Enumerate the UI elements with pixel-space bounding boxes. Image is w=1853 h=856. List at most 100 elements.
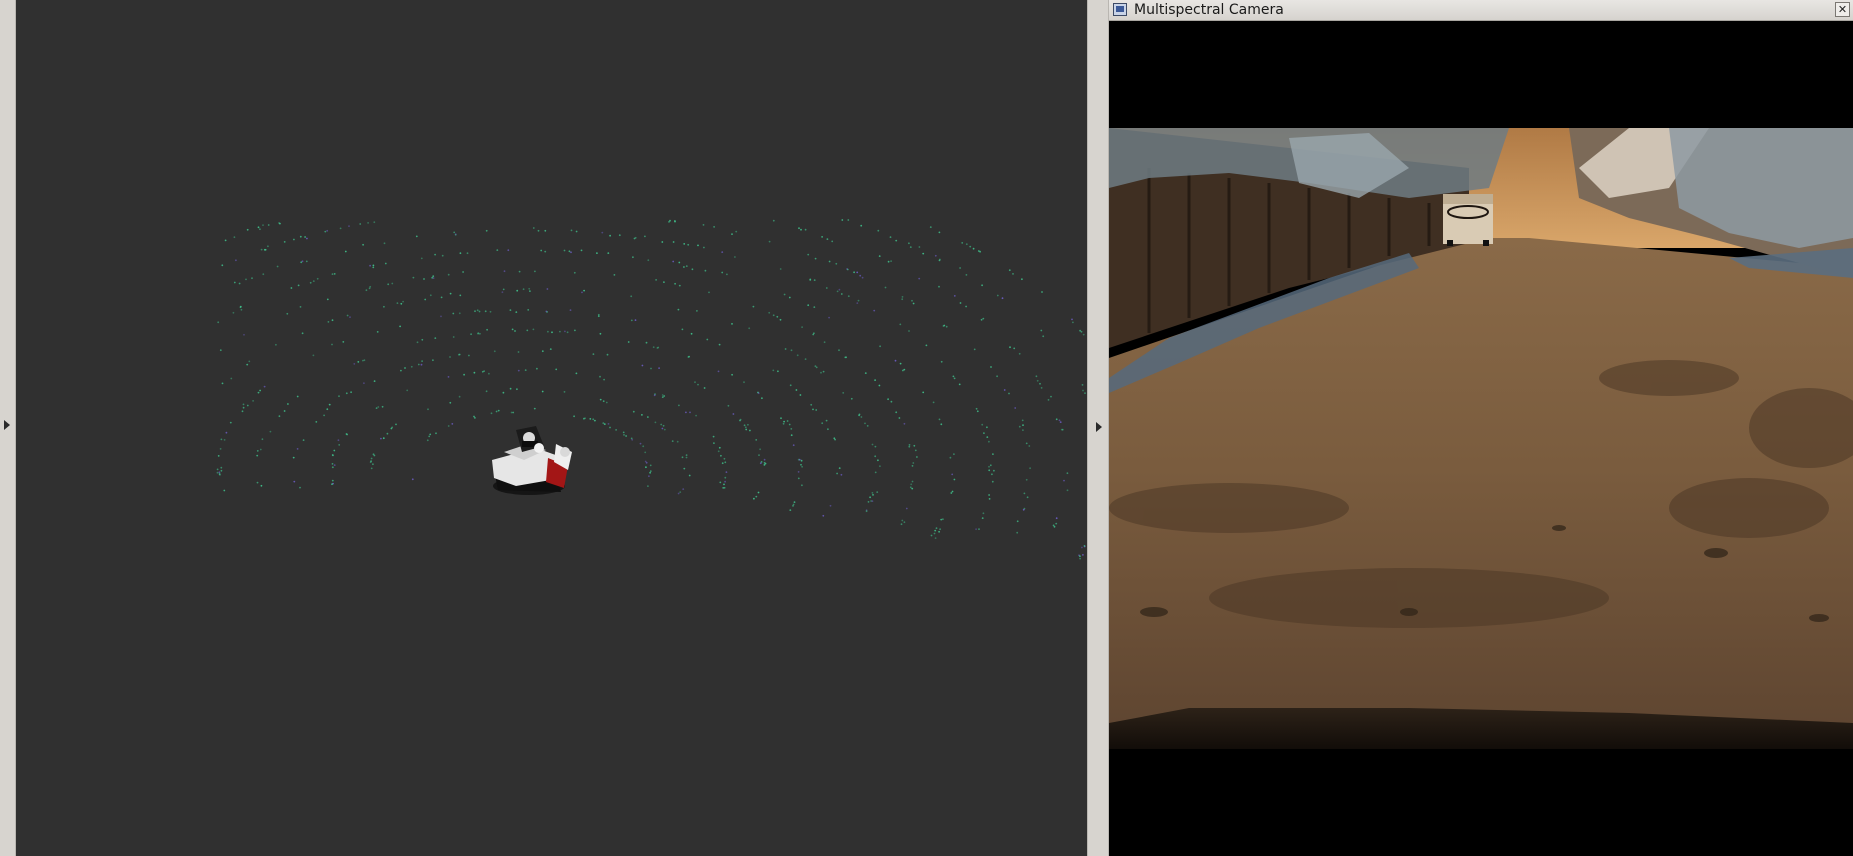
lidar-point [267,224,270,226]
lidar-point [661,427,664,430]
lidar-point [383,305,385,308]
lidar-point [934,537,937,539]
lidar-point [895,411,898,414]
lidar-point [331,479,334,482]
lidar-point [663,428,666,431]
close-button[interactable]: ✕ [1835,2,1850,17]
lidar-point [887,260,890,263]
lidar-point [589,418,592,420]
lidar-point [988,494,990,496]
lidar-point [822,370,825,373]
lidar-point [903,422,906,425]
lidar-point [792,444,795,447]
lidar-point [724,461,727,464]
triangle-right-icon[interactable] [4,420,10,430]
lidar-point [645,341,648,344]
lidar-point [502,288,505,291]
lidar-point [496,249,499,252]
lidar-point [905,507,908,510]
lidar-point [1022,508,1025,511]
lidar-point [566,331,569,334]
viewport-canvas[interactable] [16,0,1087,856]
lidar-point [933,532,936,535]
lidar-point [1008,392,1010,395]
lidar-point [372,264,375,267]
lidar-point [299,235,302,238]
lidar-point [1058,419,1061,422]
lidar-point [592,353,595,355]
lidar-point [914,449,917,452]
lidar-point [973,348,976,351]
lidar-point [262,224,264,227]
lidar-point [390,427,393,430]
lidar-point [345,392,348,395]
lidar-point [395,423,397,426]
lidar-point [977,250,980,252]
lidar-point [429,433,432,436]
lidar-point [753,497,755,500]
lidar-point [545,310,548,313]
lidar-point [509,387,512,390]
lidar-point [357,361,360,363]
lidar-point [251,277,253,280]
lidar-point [718,446,721,449]
lidar-point [678,404,680,407]
lidar-point [660,423,663,426]
lidar-point [544,229,547,232]
lidar-point [362,243,364,246]
lidar-point [402,300,404,303]
lidar-point [415,235,418,238]
lidar-point [286,312,289,315]
3d-viewport[interactable] [16,0,1087,856]
lidar-point [689,411,691,414]
lidar-point [988,498,991,500]
lidar-point [725,471,728,473]
lidar-point [821,422,824,425]
left-panel-collapse-strip[interactable] [0,0,16,856]
lidar-point [526,329,529,332]
lidar-point [326,408,329,411]
lidar-point [275,343,277,346]
lidar-point [647,485,649,487]
lidar-point [1071,318,1073,321]
triangle-right-icon[interactable] [1096,422,1102,432]
lidar-point [834,438,836,441]
lidar-point [1055,522,1058,525]
lidar-point [381,405,384,408]
lidar-point [1082,333,1085,336]
lidar-point [532,328,535,331]
panel-splitter[interactable] [1087,0,1109,856]
lidar-point [768,240,771,243]
lidar-point [953,295,956,297]
lidar-point [678,261,681,264]
lidar-point [677,492,680,495]
lidar-point [1014,407,1017,409]
lidar-point [333,449,336,452]
lidar-point [965,243,968,246]
lidar-point [511,328,514,331]
lidar-point [961,242,964,244]
lidar-point [682,488,685,490]
lidar-point [1029,467,1031,470]
lidar-point [996,375,998,378]
lidar-point [661,394,664,396]
lidar-point [918,277,921,280]
lidar-point [517,369,520,372]
lidar-point [874,471,877,474]
lidar-point [613,274,616,276]
lidar-point [649,464,652,467]
lidar-point [1083,545,1086,547]
lidar-point [384,262,387,265]
lidar-point [755,439,758,441]
lidar-point [223,489,226,492]
lidar-point [1009,346,1011,349]
lidar-point [879,345,881,348]
lidar-point [406,389,409,392]
lidar-point [932,401,935,404]
lidar-point [221,264,224,267]
lidar-point [1008,269,1011,272]
lidar-point [452,336,455,338]
lidar-point [279,222,281,225]
lidar-point [599,398,602,401]
camera-window-titlebar[interactable]: Multispectral Camera ✕ [1109,0,1853,21]
